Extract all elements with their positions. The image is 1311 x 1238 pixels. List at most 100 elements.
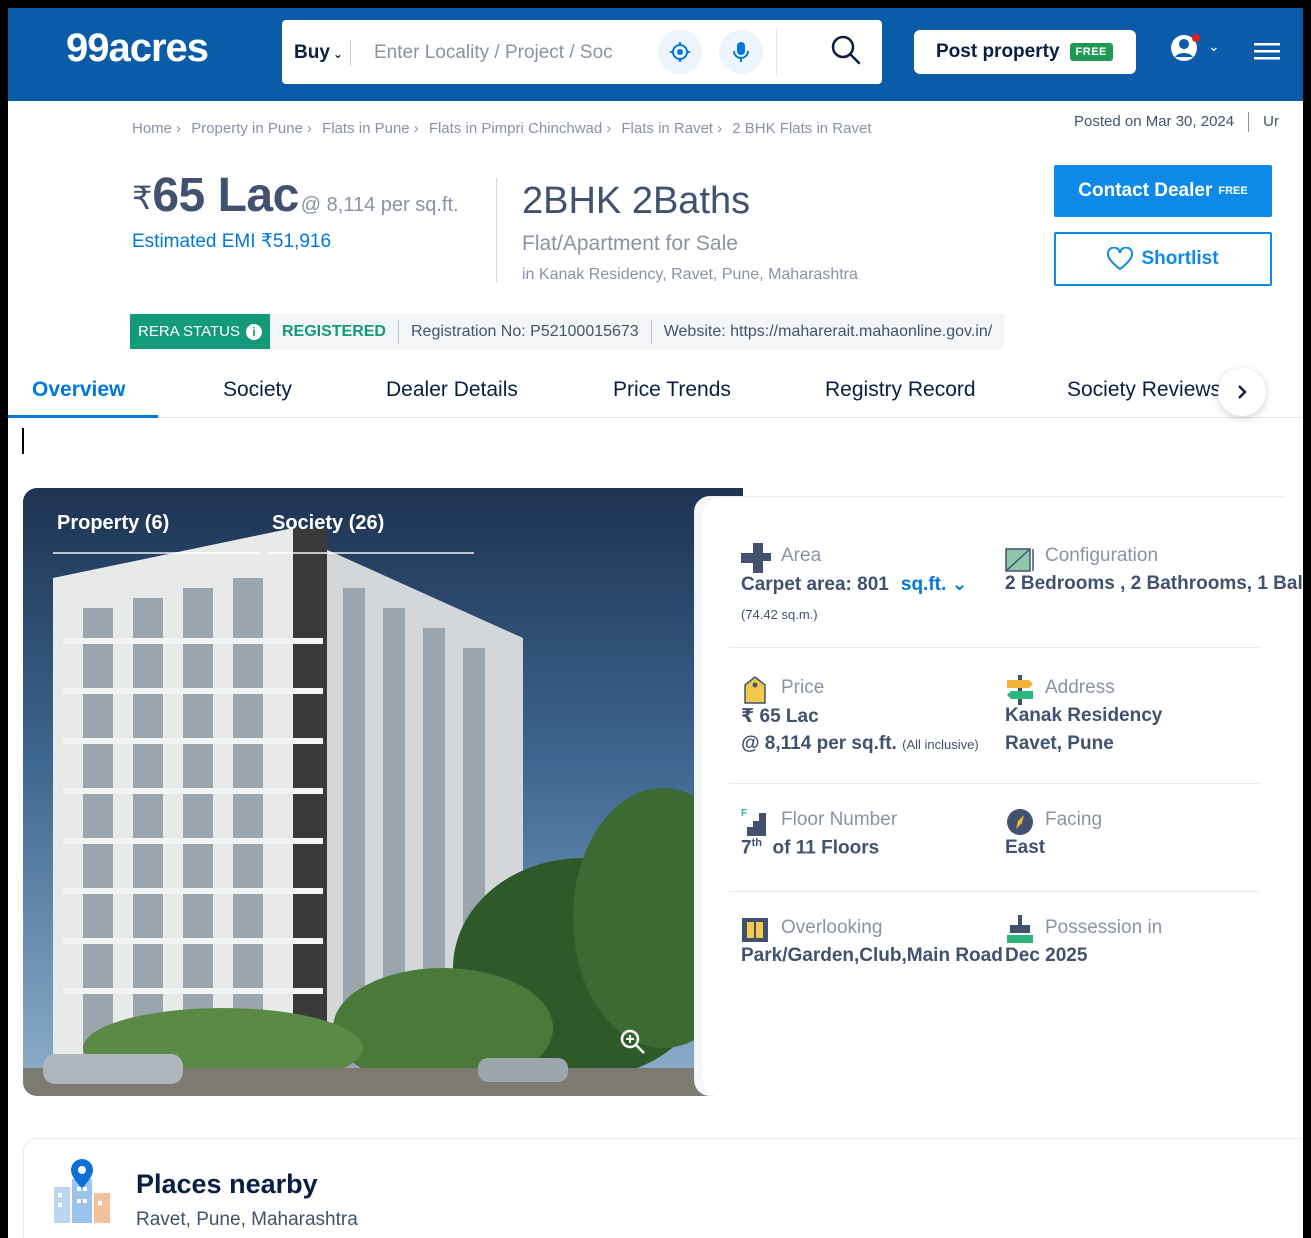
heart-icon (1107, 247, 1134, 271)
info-icon[interactable]: i (245, 323, 262, 340)
post-property-label: Post property (936, 41, 1060, 62)
places-nearby-section: Places nearby Ravet, Pune, Maharashtra (23, 1138, 1303, 1238)
voice-search-button[interactable] (719, 30, 763, 74)
address-label: Address (1045, 677, 1115, 698)
floor-icon: F (741, 808, 766, 836)
compass-icon (1007, 809, 1033, 835)
price-label: Price (781, 677, 825, 698)
window-view-icon (742, 918, 768, 942)
gallery-tab-property[interactable]: Property (6) (57, 512, 169, 535)
area-value: Carpet area: 801 sq.ft. ⌄ (741, 573, 967, 596)
per-sqft-text: @ 8,114 per sq.ft. (741, 733, 897, 754)
places-nearby-title: Places nearby (136, 1169, 318, 1199)
tabs-next-button[interactable] (1218, 368, 1266, 416)
divider (350, 40, 351, 66)
property-image-gallery[interactable]: Property (6) Society (26) (23, 488, 743, 1096)
area-sqm: (74.42 sq.m.) (741, 607, 818, 622)
posted-on-text: Posted on Mar 30, 2024 (1074, 112, 1235, 130)
floor-value: 7th of 11 Floors (741, 837, 879, 859)
facing-value: East (1005, 837, 1046, 858)
floor-ordinal: th (751, 837, 762, 849)
area-icon (741, 543, 771, 573)
top-navbar: 99acres Buy⌄ Post property FREE ⌄ (8, 8, 1303, 101)
active-tab-indicator (8, 415, 158, 418)
area-label: Area (781, 545, 822, 566)
gallery-tab-underline (53, 552, 259, 554)
property-type: Flat/Apartment for Sale (522, 232, 738, 255)
contact-dealer-label: Contact Dealer (1078, 180, 1213, 201)
rera-bar: RERA STATUS i REGISTERED Registration No… (130, 314, 1005, 349)
chevron-right-icon: › (176, 120, 182, 137)
overlooking-label: Overlooking (781, 917, 883, 938)
microphone-icon (733, 42, 749, 62)
unit-selector[interactable]: sq.ft. ⌄ (901, 574, 968, 595)
zoom-in-icon[interactable] (619, 1028, 647, 1056)
search-input[interactable] (374, 38, 634, 68)
free-badge: FREE (1069, 43, 1113, 61)
tab-society[interactable]: Society (223, 378, 292, 402)
text-cursor (22, 428, 24, 454)
rupee-symbol: ₹ (132, 180, 153, 216)
possession-value: Dec 2025 (1005, 945, 1088, 966)
tab-registry-record[interactable]: Registry Record (825, 378, 976, 402)
svg-text:F: F (741, 808, 747, 819)
tab-dealer-details[interactable]: Dealer Details (386, 378, 518, 402)
breadcrumb-item[interactable]: Property in Pune (191, 120, 303, 137)
configuration-label: Configuration (1045, 545, 1159, 566)
carpet-area-text: Carpet area: 801 (741, 574, 889, 595)
divider (729, 647, 1259, 648)
logo[interactable]: 99acres (66, 26, 209, 71)
breadcrumb-item[interactable]: Flats in Ravet (621, 120, 713, 137)
divider (496, 178, 497, 282)
tab-society-reviews[interactable]: Society Reviews (1067, 378, 1221, 402)
posted-trailing-text: Ur (1263, 112, 1279, 130)
user-account-icon[interactable] (1170, 32, 1202, 64)
contact-dealer-button[interactable]: Contact Dealer FREE (1054, 165, 1272, 217)
shortlist-label: Shortlist (1141, 248, 1219, 269)
facing-label: Facing (1045, 809, 1103, 830)
places-nearby-subtitle: Ravet, Pune, Maharashtra (136, 1209, 358, 1230)
gallery-tab-society[interactable]: Society (26) (272, 512, 384, 535)
gallery-tab-underline (268, 552, 474, 554)
price-value: ₹ 65 Lac (741, 706, 819, 727)
price-per-sqft: @ 8,114 per sq.ft. (300, 194, 459, 216)
rera-website[interactable]: Website: https://maharerait.mahaonline.g… (652, 323, 1004, 341)
rera-registration-number: Registration No: P52100015673 (410, 322, 639, 340)
estimated-emi-link[interactable]: Estimated EMI ₹51,916 (132, 230, 331, 253)
price: 65 Lac (152, 169, 299, 222)
building-photo (23, 488, 743, 1096)
rera-registered-text: REGISTERED (281, 322, 386, 340)
divider (729, 891, 1259, 892)
hamburger-menu-icon[interactable] (1254, 42, 1282, 62)
floor-label: Floor Number (781, 809, 898, 830)
possession-label: Possession in (1045, 917, 1163, 938)
section-tabs: Overview Society Dealer Details Price Tr… (8, 366, 1303, 418)
overlooking-value: Park/Garden,Club,Main Road (741, 945, 1003, 966)
chevron-right-icon: › (717, 120, 723, 137)
listing-title: 2BHK 2Baths (522, 180, 751, 222)
buy-dropdown[interactable]: Buy ⌄ (294, 42, 343, 64)
address-value-city: Ravet, Pune (1005, 733, 1114, 754)
tab-overview[interactable]: Overview (32, 378, 125, 402)
floor-number: 7 (741, 837, 752, 859)
property-address: in Kanak Residency, Ravet, Pune, Maharas… (522, 266, 858, 283)
breadcrumb-item[interactable]: 2 BHK Flats in Ravet (732, 120, 871, 137)
breadcrumb-item[interactable]: Home (132, 120, 172, 137)
chevron-down-icon: ⌄ (332, 47, 343, 61)
details-panel: Area Carpet area: 801 sq.ft. ⌄ (74.42 sq.… (703, 497, 1303, 1097)
breadcrumb-item[interactable]: Flats in Pune (322, 120, 410, 137)
chevron-down-icon[interactable]: ⌄ (1208, 38, 1220, 55)
shortlist-button[interactable]: Shortlist (1054, 232, 1272, 286)
rera-status-badge[interactable]: RERA STATUS i (130, 314, 270, 349)
locate-me-button[interactable] (658, 30, 702, 74)
divider (1248, 112, 1250, 132)
breadcrumb-item[interactable]: Flats in Pimpri Chinchwad (429, 120, 602, 137)
tab-price-trends[interactable]: Price Trends (613, 378, 731, 402)
total-floors: of 11 Floors (772, 837, 880, 859)
price-tag-icon (744, 676, 766, 704)
search-icon (831, 35, 861, 65)
unit-label: sq.ft. (900, 574, 947, 595)
search-button[interactable] (830, 34, 866, 70)
location-pin-icon (54, 1159, 110, 1223)
post-property-button[interactable]: Post property FREE (914, 30, 1136, 74)
